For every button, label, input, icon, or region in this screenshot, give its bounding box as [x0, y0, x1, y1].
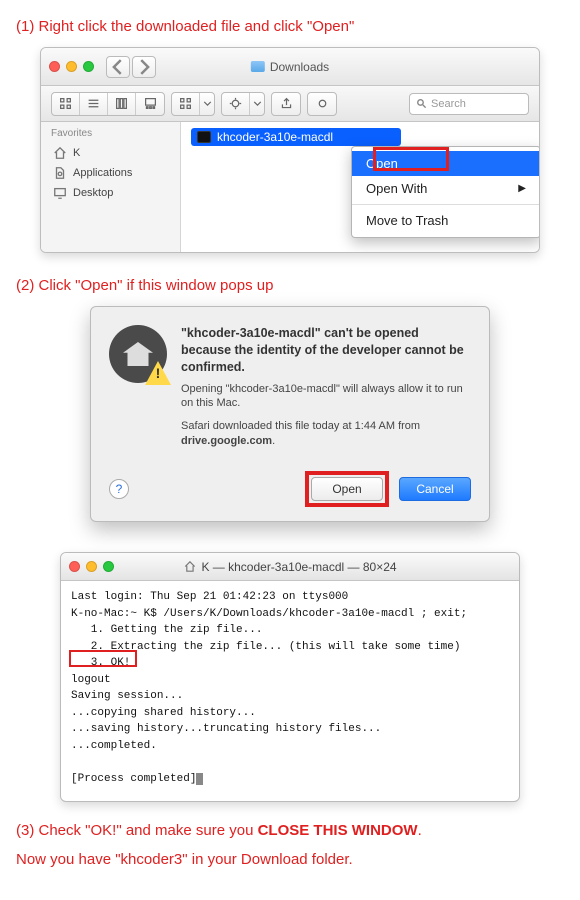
close-icon[interactable]: [69, 561, 80, 572]
nav-buttons: [106, 56, 156, 78]
arrange-button[interactable]: [172, 93, 200, 115]
context-menu-trash[interactable]: Move to Trash: [352, 208, 540, 233]
search-input[interactable]: Search: [409, 93, 529, 115]
window-controls: [69, 561, 114, 572]
applications-icon: [53, 166, 67, 180]
minimize-icon[interactable]: [86, 561, 97, 572]
close-icon[interactable]: [49, 61, 60, 72]
file-name: khcoder-3a10e-macdl: [217, 130, 333, 144]
column-view-button[interactable]: [108, 93, 136, 115]
highlight-box: [69, 650, 137, 667]
app-icon: !: [109, 325, 167, 383]
sidebar-item-label: K: [73, 147, 80, 159]
search-placeholder: Search: [431, 98, 466, 110]
instruction-step-2: (2) Click "Open" if this window pops up: [16, 277, 564, 294]
terminal-file-icon: [197, 131, 211, 143]
back-button[interactable]: [106, 56, 130, 78]
open-button[interactable]: Open: [311, 477, 383, 501]
home-icon: [53, 146, 67, 160]
context-menu-open[interactable]: Open: [352, 151, 540, 176]
context-menu-label: Open With: [366, 181, 427, 196]
action-chevron-icon[interactable]: [250, 93, 264, 115]
minimize-icon[interactable]: [66, 61, 77, 72]
folder-icon: [251, 61, 265, 72]
action-button[interactable]: [222, 93, 250, 115]
dialog-line-2: Safari downloaded this file today at 1:4…: [181, 419, 471, 449]
finder-content: khcoder-3a10e-macdl Open Open With ▶ Mov…: [181, 122, 539, 252]
sidebar-item-home[interactable]: K: [51, 143, 170, 163]
context-menu-label: Open: [366, 156, 398, 171]
finder-titlebar: Downloads: [41, 48, 539, 86]
instruction-step-3: (3) Check "OK!" and make sure you CLOSE …: [16, 822, 564, 839]
icon-view-button[interactable]: [52, 93, 80, 115]
zoom-icon[interactable]: [103, 561, 114, 572]
gallery-view-button[interactable]: [136, 93, 164, 115]
sidebar-item-label: Applications: [73, 167, 132, 179]
home-icon: [183, 561, 196, 572]
cursor-icon: [196, 773, 203, 785]
share-button[interactable]: [271, 92, 301, 116]
terminal-output: Last login: Thu Sep 21 01:42:23 on ttys0…: [61, 581, 519, 801]
help-button[interactable]: ?: [109, 479, 129, 499]
instruction-step-4: Now you have "khcoder3" in your Download…: [16, 851, 564, 868]
tags-button[interactable]: [307, 92, 337, 116]
desktop-icon: [53, 186, 67, 200]
finder-toolbar: Search: [41, 86, 539, 122]
sidebar-item-applications[interactable]: Applications: [51, 163, 170, 183]
context-menu: Open Open With ▶ Move to Trash: [351, 146, 540, 238]
context-menu-label: Move to Trash: [366, 213, 448, 228]
window-title: Downloads: [251, 60, 329, 74]
cancel-button[interactable]: Cancel: [399, 477, 471, 501]
highlight-box: Open: [305, 471, 389, 507]
arrange-chevron-icon[interactable]: [200, 93, 214, 115]
dialog-line-1: Opening "khcoder-3a10e-macdl" will alway…: [181, 382, 471, 412]
context-menu-separator: [352, 204, 540, 205]
action-group: [221, 92, 265, 116]
context-menu-open-with[interactable]: Open With ▶: [352, 176, 540, 201]
forward-button[interactable]: [132, 56, 156, 78]
instruction-step-1: (1) Right click the downloaded file and …: [16, 18, 564, 35]
finder-window: Downloads: [40, 47, 540, 253]
list-view-button[interactable]: [80, 93, 108, 115]
view-mode-group: [51, 92, 165, 116]
terminal-window: K — khcoder-3a10e-macdl — 80×24 Last log…: [60, 552, 520, 802]
terminal-title: K — khcoder-3a10e-macdl — 80×24: [183, 560, 396, 574]
finder-sidebar: Favorites K Applications Desktop: [41, 122, 181, 252]
dialog-title: "khcoder-3a10e-macdl" can't be opened be…: [181, 325, 471, 376]
arrange-group: [171, 92, 215, 116]
sidebar-heading: Favorites: [51, 128, 170, 139]
window-controls: [49, 61, 94, 72]
title-text: Downloads: [270, 60, 329, 74]
sidebar-item-label: Desktop: [73, 187, 113, 199]
file-row-selected[interactable]: khcoder-3a10e-macdl: [191, 128, 401, 146]
sidebar-item-desktop[interactable]: Desktop: [51, 183, 170, 203]
submenu-arrow-icon: ▶: [518, 183, 526, 194]
zoom-icon[interactable]: [83, 61, 94, 72]
gatekeeper-dialog: ! "khcoder-3a10e-macdl" can't be opened …: [90, 306, 490, 522]
search-icon: [416, 98, 427, 109]
